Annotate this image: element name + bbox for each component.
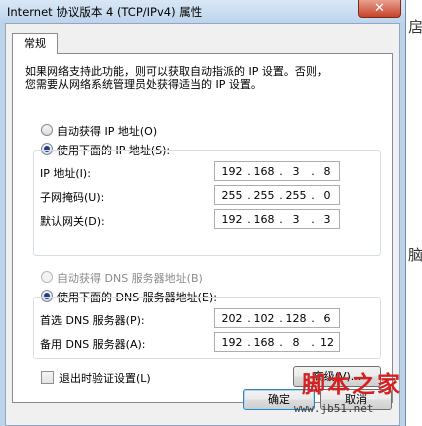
title-bar[interactable]: Internet 协议版本 4 (TCP/IPv4) 属性 ✕ (0, 0, 405, 22)
background-text-bottom: 脑 (408, 246, 422, 264)
tab-general[interactable]: 常规 (12, 33, 58, 54)
validate-settings-checkbox[interactable] (41, 371, 54, 384)
auto-ip-label: 自动获得 IP 地址(O) (57, 125, 158, 138)
preferred-dns-input[interactable]: 202 . 102 . 128 . 6 (214, 308, 340, 328)
alternate-dns-label: 备用 DNS 服务器(A): (40, 338, 146, 351)
octet: 192 (221, 336, 243, 349)
octet: 255 (221, 189, 243, 202)
site-watermark: 脚本之家 www.jb51.net (283, 365, 422, 426)
close-button[interactable]: ✕ (358, 0, 401, 18)
watermark-logo-text: 脚本之家 (302, 371, 402, 398)
intro-text: 如果网络支持此功能，则可以获取自动指派的 IP 设置。否则， 您需要从网络系统管… (25, 65, 328, 91)
octet: 168 (253, 213, 275, 226)
close-icon: ✕ (374, 1, 385, 16)
octet: 3 (292, 165, 300, 178)
octet: 102 (253, 312, 275, 325)
background-text-top: 扂 (408, 18, 422, 36)
octet: 3 (292, 213, 300, 226)
watermark-url: www.jb51.net (294, 402, 374, 415)
tab-label: 常规 (24, 37, 46, 50)
auto-ip-radio[interactable] (41, 124, 53, 136)
tab-panel: 如果网络支持此功能，则可以获取自动指派的 IP 设置。否则， 您需要从网络系统管… (12, 53, 393, 403)
dialog-window: Internet 协议版本 4 (TCP/IPv4) 属性 ✕ 常规 如果网络支… (0, 0, 406, 426)
octet: 202 (221, 312, 243, 325)
octet: 255 (285, 189, 307, 202)
default-gateway-input[interactable]: 192 . 168 . 3 . 3 (214, 209, 340, 229)
octet: 168 (253, 165, 275, 178)
subnet-mask-label: 子网掩码(U): (40, 191, 105, 204)
octet: 8 (292, 336, 300, 349)
octet: 192 (221, 213, 243, 226)
octet: 255 (253, 189, 275, 202)
octet: 192 (221, 165, 243, 178)
octet: 3 (323, 213, 331, 226)
intro-line-1: 如果网络支持此功能，则可以获取自动指派的 IP 设置。否则， (25, 65, 328, 78)
octet: 0 (323, 189, 331, 202)
alternate-dns-input[interactable]: 192 . 168 . 8 . 12 (214, 332, 340, 352)
intro-line-2: 您需要从网络系统管理员处获得适当的 IP 设置。 (25, 78, 262, 91)
default-gateway-label: 默认网关(D): (40, 215, 105, 228)
octet: 8 (323, 165, 331, 178)
octet: 128 (285, 312, 307, 325)
auto-dns-label: 自动获得 DNS 服务器地址(B) (57, 272, 203, 285)
subnet-mask-input[interactable]: 255 . 255 . 255 . 0 (214, 185, 340, 205)
ip-address-input[interactable]: 192 . 168 . 3 . 8 (214, 161, 340, 181)
auto-dns-radio (41, 271, 53, 283)
validate-settings-label: 退出时验证设置(L) (59, 372, 151, 385)
preferred-dns-label: 首选 DNS 服务器(P): (40, 314, 145, 327)
window-title: Internet 协议版本 4 (TCP/IPv4) 属性 (7, 5, 203, 19)
octet: 6 (323, 312, 331, 325)
octet: 168 (253, 336, 275, 349)
octet: 12 (320, 336, 334, 349)
ip-address-label: IP 地址(I): (40, 167, 91, 180)
